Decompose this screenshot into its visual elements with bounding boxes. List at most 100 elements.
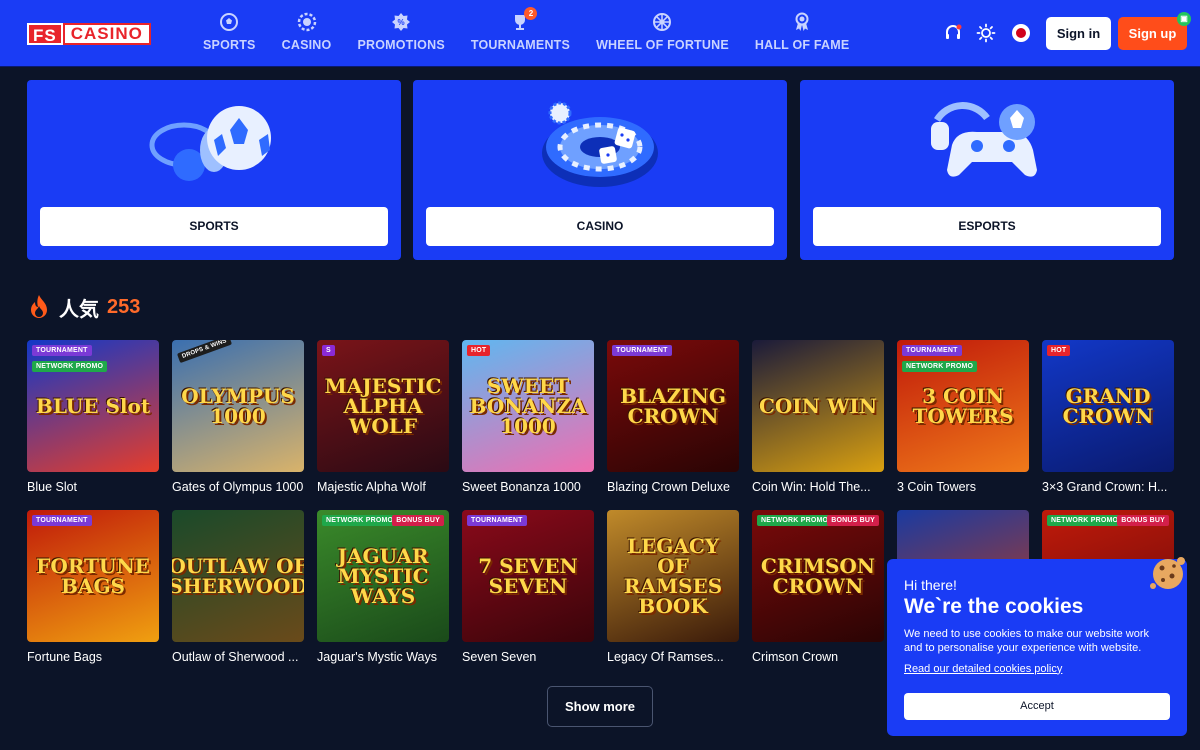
cookie-consent-banner: Hi there! We`re the cookies We need to u…	[887, 559, 1187, 736]
nav-wheel-of-fortune[interactable]: WHEEL OF FORTUNE	[583, 0, 742, 67]
game-logo-art: CRIMSON CROWN	[760, 554, 876, 598]
nav-casino[interactable]: CASINO	[269, 0, 345, 67]
show-more-button[interactable]: Show more	[547, 686, 653, 727]
game-title[interactable]: Gates of Olympus 1000	[172, 480, 304, 496]
game-title[interactable]: Blazing Crown Deluxe	[607, 480, 739, 496]
soccer-ball-icon	[218, 11, 240, 33]
nav-wheel-label: WHEEL OF FORTUNE	[596, 38, 729, 52]
game-card[interactable]: OUTLAW OF SHERWOOD Outlaw of Sherwood ...	[172, 510, 304, 666]
game-logo-art: FORTUNE BAGS	[36, 554, 150, 598]
game-title[interactable]: 3×3 Grand Crown: H...	[1042, 480, 1174, 496]
game-title[interactable]: Fortune Bags	[27, 650, 159, 666]
game-logo-art: SWEET BONANZA 1000	[469, 374, 587, 438]
nav-promotions[interactable]: % PROMOTIONS	[344, 0, 457, 67]
nav-tournaments[interactable]: 2 TOURNAMENTS	[458, 0, 583, 67]
cookie-title: We`re the cookies	[904, 595, 1084, 618]
cookie-policy-link[interactable]: Read our detailed cookies policy	[904, 663, 1170, 675]
game-card[interactable]: FORTUNE BAGS TOURNAMENT Fortune Bags	[27, 510, 159, 666]
category-card-sports[interactable]: SPORTS	[27, 80, 401, 260]
category-esports-button[interactable]: ESPORTS	[813, 207, 1161, 246]
support-headset-icon[interactable]	[942, 22, 964, 44]
nav-sports-label: SPORTS	[203, 38, 256, 52]
svg-text:%: %	[398, 18, 405, 27]
tournament-tag: TOURNAMENT	[32, 515, 92, 526]
game-title[interactable]: 3 Coin Towers	[897, 480, 1029, 496]
game-thumbnail[interactable]: OLYMPUS 1000 DROPS & WINS	[172, 340, 304, 472]
game-thumbnail[interactable]: CRIMSON CROWN NETWORK PROMO BONUS BUY	[752, 510, 884, 642]
game-thumbnail[interactable]: GRAND CROWN HOT	[1042, 340, 1174, 472]
game-card[interactable]: COIN WIN Coin Win: Hold The...	[752, 340, 884, 496]
game-title[interactable]: Seven Seven	[462, 650, 594, 666]
game-thumbnail[interactable]: FORTUNE BAGS TOURNAMENT	[27, 510, 159, 642]
sign-in-button[interactable]: Sign in	[1046, 17, 1111, 50]
game-title[interactable]: Crimson Crown	[752, 650, 884, 666]
game-logo-art: JAGUAR MYSTIC WAYS	[337, 544, 429, 608]
tournament-tag: TOURNAMENT	[467, 515, 527, 526]
game-logo-art: 3 COIN TOWERS	[912, 384, 1014, 428]
tournament-tag: TOURNAMENT	[902, 345, 962, 356]
game-thumbnail[interactable]: BLUE Slot TOURNAMENT NETWORK PROMO	[27, 340, 159, 472]
hot-tag: HOT	[1047, 345, 1071, 356]
nav-sports[interactable]: SPORTS	[190, 0, 269, 67]
game-thumbnail[interactable]: SWEET BONANZA 1000 HOT	[462, 340, 594, 472]
category-casino-button[interactable]: CASINO	[426, 207, 774, 246]
drops-wins-tag: DROPS & WINS	[176, 340, 233, 364]
game-thumbnail[interactable]: LEGACY OF RAMSES BOOK	[607, 510, 739, 642]
language-flag-japan-icon[interactable]	[1010, 22, 1032, 44]
bonus-buy-tag: BONUS BUY	[827, 515, 879, 526]
logo[interactable]: FS CASINO	[27, 23, 162, 45]
game-logo-art: BLUE Slot	[35, 394, 151, 418]
game-card[interactable]: GRAND CROWN HOT 3×3 Grand Crown: H...	[1042, 340, 1174, 496]
tournaments-badge: 2	[524, 7, 538, 20]
game-card[interactable]: SWEET BONANZA 1000 HOT Sweet Bonanza 1000	[462, 340, 594, 496]
game-thumbnail[interactable]: OUTLAW OF SHERWOOD	[172, 510, 304, 642]
game-thumbnail[interactable]: COIN WIN	[752, 340, 884, 472]
game-card[interactable]: LEGACY OF RAMSES BOOK Legacy Of Ramses...	[607, 510, 739, 666]
fire-icon	[31, 295, 47, 318]
hot-tag: HOT	[467, 345, 491, 356]
popular-count: 253	[107, 295, 141, 318]
game-logo-art: OLYMPUS 1000	[181, 384, 295, 428]
game-card[interactable]: BLUE Slot TOURNAMENT NETWORK PROMO Blue Slo…	[27, 340, 159, 496]
game-thumbnail[interactable]: JAGUAR MYSTIC WAYS NETWORK PROMO BONUS BUY	[317, 510, 449, 642]
gamepad-illustration	[800, 90, 1174, 200]
category-card-casino[interactable]: CASINO	[413, 80, 787, 260]
game-thumbnail[interactable]: BLAZING CROWN TOURNAMENT	[607, 340, 739, 472]
game-logo-art: LEGACY OF RAMSES BOOK	[623, 534, 723, 618]
casino-chip-icon	[296, 11, 318, 33]
game-logo-art: 7 SEVEN SEVEN	[478, 554, 578, 598]
game-title[interactable]: Outlaw of Sherwood ...	[172, 650, 304, 666]
game-card[interactable]: 7 SEVEN SEVEN TOURNAMENT Seven Seven	[462, 510, 594, 666]
game-card[interactable]: OLYMPUS 1000 DROPS & WINS Gates of Olympus…	[172, 340, 304, 496]
sign-up-label: Sign up	[1128, 26, 1177, 41]
game-thumbnail[interactable]: 3 COIN TOWERS TOURNAMENT NETWORK PROMO	[897, 340, 1029, 472]
theme-sun-icon[interactable]	[975, 22, 997, 44]
game-title[interactable]: Coin Win: Hold The...	[752, 480, 884, 496]
game-card[interactable]: 3 COIN TOWERS TOURNAMENT NETWORK PROMO 3 Co…	[897, 340, 1029, 496]
game-title[interactable]: Legacy Of Ramses...	[607, 650, 739, 666]
game-title[interactable]: Sweet Bonanza 1000	[462, 480, 594, 496]
game-logo-art: GRAND CROWN	[1062, 384, 1154, 428]
game-logo-art: COIN WIN	[758, 394, 878, 418]
category-card-esports[interactable]: ESPORTS	[800, 80, 1174, 260]
game-thumbnail[interactable]: MAJESTIC ALPHA WOLF S	[317, 340, 449, 472]
nav-promotions-label: PROMOTIONS	[357, 38, 445, 52]
tournament-tag: TOURNAMENT	[612, 345, 672, 356]
provider-tag: S	[322, 345, 335, 356]
cookie-body: We need to use cookies to make our websi…	[904, 628, 1149, 654]
game-title[interactable]: Jaguar's Mystic Ways	[317, 650, 449, 666]
cookie-greeting: Hi there!	[904, 577, 957, 593]
game-title[interactable]: Majestic Alpha Wolf	[317, 480, 449, 496]
nav-hall-of-fame[interactable]: HALL OF FAME	[742, 0, 863, 67]
category-sports-button[interactable]: SPORTS	[40, 207, 388, 246]
sign-up-button[interactable]: Sign up ▣	[1118, 12, 1191, 50]
cookie-accept-button[interactable]: Accept	[904, 693, 1170, 720]
game-thumbnail[interactable]: 7 SEVEN SEVEN TOURNAMENT	[462, 510, 594, 642]
game-card[interactable]: CRIMSON CROWN NETWORK PROMO BONUS BUY Crims…	[752, 510, 884, 666]
game-card[interactable]: BLAZING CROWN TOURNAMENT Blazing Crown Del…	[607, 340, 739, 496]
game-card[interactable]: MAJESTIC ALPHA WOLF S Majestic Alpha Wolf	[317, 340, 449, 496]
game-title[interactable]: Blue Slot	[27, 480, 159, 496]
logo-fs-part: FS	[27, 23, 63, 45]
wheel-icon	[651, 11, 673, 33]
game-card[interactable]: JAGUAR MYSTIC WAYS NETWORK PROMO BONUS BUY…	[317, 510, 449, 666]
